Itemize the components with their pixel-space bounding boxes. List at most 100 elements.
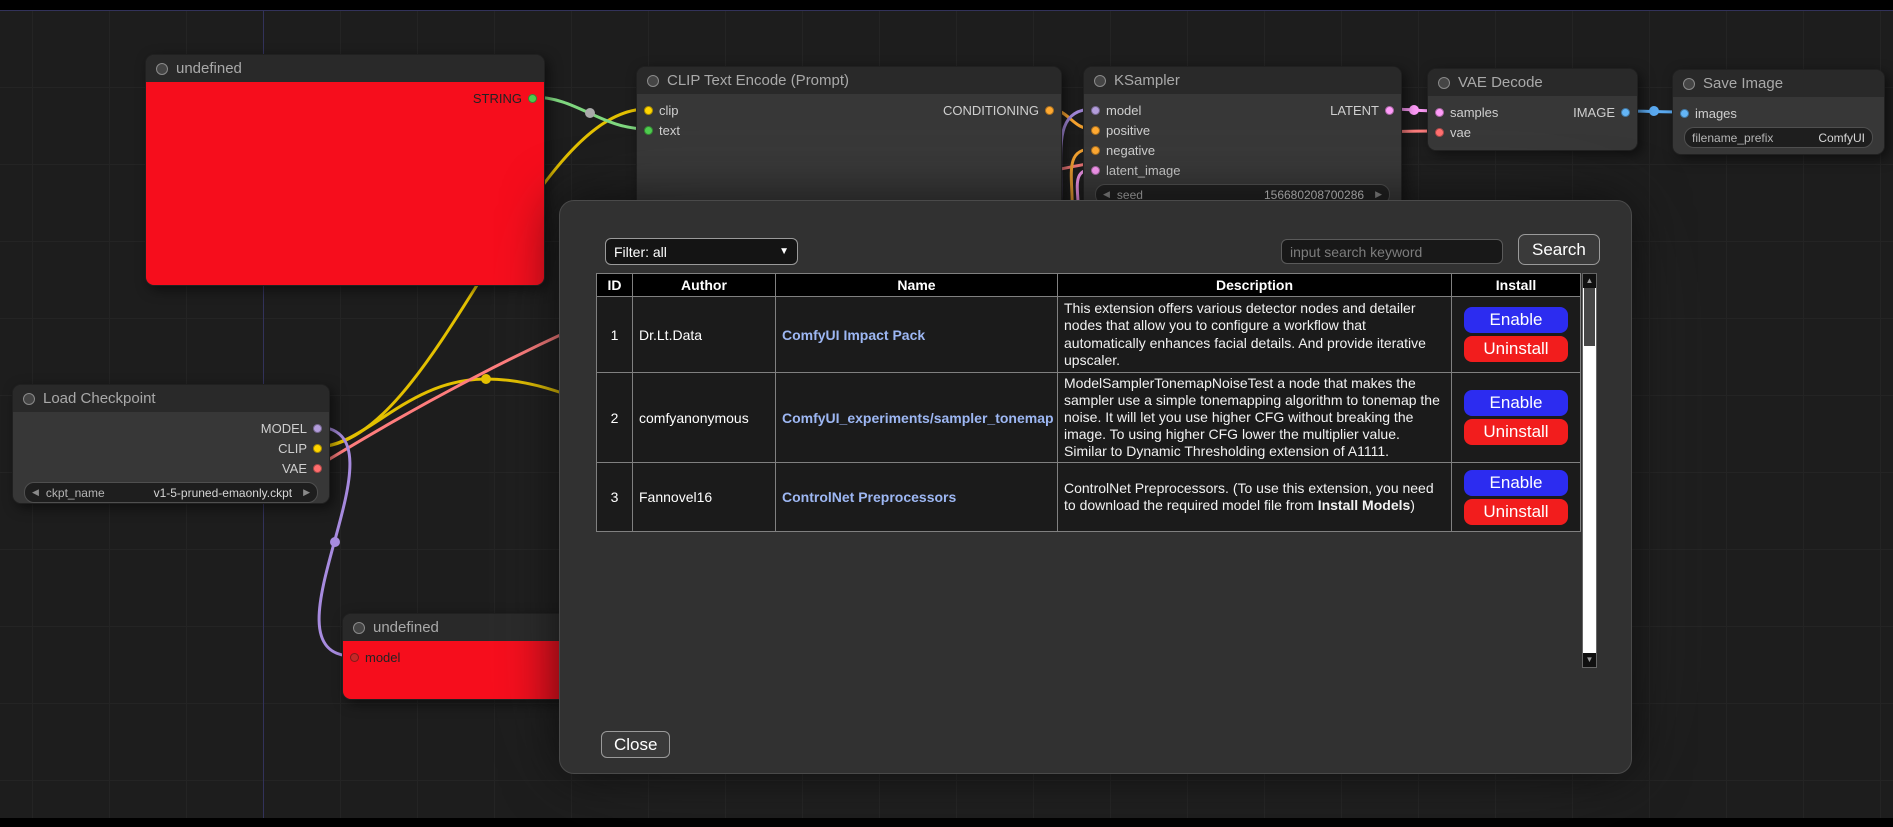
node-collapse-icon[interactable] [1438, 77, 1450, 89]
node-collapse-icon[interactable] [1683, 78, 1695, 90]
node-title-bar[interactable]: undefined [146, 55, 544, 82]
output-slot-image[interactable] [1621, 108, 1630, 117]
node-undefined-bottom[interactable]: undefined model [342, 613, 574, 700]
enable-button[interactable]: Enable [1464, 307, 1568, 333]
input-slot-latent-image[interactable] [1091, 166, 1100, 175]
extension-row: 3 Fannovel16 ControlNet Preprocessors Co… [597, 463, 1581, 532]
output-slot-conditioning[interactable] [1045, 106, 1054, 115]
extension-row: 1 Dr.Lt.Data ComfyUI Impact Pack This ex… [597, 297, 1581, 373]
node-load-checkpoint[interactable]: Load Checkpoint MODEL CLIP VAE ◀ ckpt_na… [12, 384, 330, 504]
output-slot-clip[interactable] [313, 444, 322, 453]
widget-label: filename_prefix [1692, 131, 1773, 145]
uninstall-button[interactable]: Uninstall [1464, 499, 1568, 525]
close-button[interactable]: Close [601, 731, 670, 758]
node-title: KSampler [1114, 72, 1180, 89]
input-slot-clip[interactable] [644, 106, 653, 115]
input-label: samples [1450, 105, 1498, 120]
input-slot-text[interactable] [644, 126, 653, 135]
node-collapse-icon[interactable] [1094, 75, 1106, 87]
node-title-bar[interactable]: undefined [343, 614, 573, 641]
output-label: IMAGE [1573, 105, 1615, 120]
node-collapse-icon[interactable] [156, 63, 168, 75]
output-label: LATENT [1330, 103, 1379, 118]
node-title: Save Image [1703, 75, 1783, 92]
input-label: images [1695, 106, 1737, 121]
node-title-bar[interactable]: CLIP Text Encode (Prompt) [637, 67, 1061, 94]
increment-arrow-icon[interactable]: ▶ [303, 483, 310, 502]
node-graph-canvas[interactable]: undefined STRING CLIP Text Encode (Promp… [0, 0, 1893, 827]
node-title-bar[interactable]: Load Checkpoint [13, 385, 329, 412]
cell-description: ControlNet Preprocessors. (To use this e… [1058, 463, 1452, 532]
cell-description: This extension offers various detector n… [1058, 297, 1452, 373]
extension-link[interactable]: ControlNet Preprocessors [782, 489, 956, 505]
node-title: undefined [373, 619, 439, 636]
node-title-bar[interactable]: Save Image [1673, 70, 1884, 97]
cell-author: Dr.Lt.Data [633, 297, 776, 373]
extension-link[interactable]: ComfyUI Impact Pack [782, 327, 925, 343]
node-collapse-icon[interactable] [23, 393, 35, 405]
ckpt-name-widget[interactable]: ◀ ckpt_name v1-5-pruned-emaonly.ckpt ▶ [24, 482, 318, 503]
enable-button[interactable]: Enable [1464, 390, 1568, 416]
output-slot-model[interactable] [313, 424, 322, 433]
enable-button[interactable]: Enable [1464, 470, 1568, 496]
header-id: ID [597, 274, 633, 297]
input-label: clip [659, 103, 679, 118]
node-collapse-icon[interactable] [353, 622, 365, 634]
dialog-scrollbar[interactable]: ▲ ▼ [1582, 273, 1597, 668]
input-slot-vae[interactable] [1435, 128, 1444, 137]
input-slot-positive[interactable] [1091, 126, 1100, 135]
scroll-down-icon[interactable]: ▼ [1583, 653, 1596, 667]
cell-id: 1 [597, 297, 633, 373]
header-name: Name [776, 274, 1058, 297]
node-title: Load Checkpoint [43, 390, 156, 407]
filter-select[interactable]: Filter: all [605, 238, 798, 265]
input-slot-model[interactable] [1091, 106, 1100, 115]
filter-select-wrap: Filter: all ▼ [605, 238, 798, 265]
node-title: CLIP Text Encode (Prompt) [667, 72, 849, 89]
widget-label: ckpt_name [46, 486, 105, 500]
table-header-row: ID Author Name Description Install [597, 274, 1581, 297]
output-slot-string[interactable] [528, 94, 537, 103]
output-label: CONDITIONING [943, 103, 1039, 118]
input-label: text [659, 123, 680, 138]
search-input[interactable] [1281, 239, 1503, 264]
output-label: CLIP [278, 441, 307, 456]
extension-link[interactable]: ComfyUI_experiments/sampler_tonemap [782, 410, 1054, 426]
input-slot-images[interactable] [1680, 109, 1689, 118]
input-slot-model[interactable] [350, 653, 359, 662]
header-description: Description [1058, 274, 1452, 297]
input-label: negative [1106, 143, 1155, 158]
input-slot-negative[interactable] [1091, 146, 1100, 155]
node-title-bar[interactable]: VAE Decode [1428, 69, 1637, 96]
decrement-arrow-icon[interactable]: ◀ [32, 483, 39, 502]
node-title: undefined [176, 60, 242, 77]
search-button[interactable]: Search [1518, 234, 1600, 265]
node-title-bar[interactable]: KSampler [1084, 67, 1401, 94]
node-collapse-icon[interactable] [647, 75, 659, 87]
node-save-image[interactable]: Save Image images filename_prefix ComfyU… [1672, 69, 1885, 155]
input-label: model [365, 650, 400, 665]
cell-author: comfyanonymous [633, 373, 776, 463]
output-slot-latent[interactable] [1385, 106, 1394, 115]
input-label: latent_image [1106, 163, 1180, 178]
output-slot-vae[interactable] [313, 464, 322, 473]
node-undefined-top[interactable]: undefined STRING [145, 54, 545, 286]
uninstall-button[interactable]: Uninstall [1464, 336, 1568, 362]
scrollbar-thumb[interactable] [1584, 288, 1595, 346]
output-label: MODEL [261, 421, 307, 436]
header-author: Author [633, 274, 776, 297]
widget-value: v1-5-pruned-emaonly.ckpt [154, 486, 293, 500]
input-label: model [1106, 103, 1141, 118]
scroll-up-icon[interactable]: ▲ [1583, 274, 1596, 288]
input-slot-samples[interactable] [1435, 108, 1444, 117]
filename-prefix-widget[interactable]: filename_prefix ComfyUI [1684, 127, 1873, 148]
canvas-origin-horizontal-line [0, 10, 1893, 11]
custom-nodes-manager-dialog: Filter: all ▼ Search ID Author Name Desc… [559, 200, 1632, 774]
widget-value: ComfyUI [1818, 131, 1865, 145]
extension-row: 2 comfyanonymous ComfyUI_experiments/sam… [597, 373, 1581, 463]
input-label: positive [1106, 123, 1150, 138]
node-vae-decode[interactable]: VAE Decode samples IMAGE vae [1427, 68, 1638, 151]
cell-id: 2 [597, 373, 633, 463]
uninstall-button[interactable]: Uninstall [1464, 419, 1568, 445]
cell-description: ModelSamplerTonemapNoiseTest a node that… [1058, 373, 1452, 463]
